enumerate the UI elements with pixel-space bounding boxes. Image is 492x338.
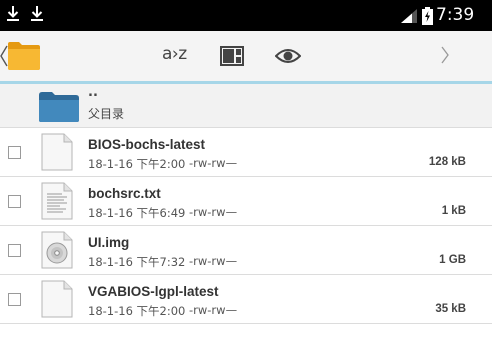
file-name: BIOS-bochs-latest [88,137,206,152]
download-icon [30,5,46,25]
file-permissions: -rw-rw— [189,156,238,170]
signal-icon [400,8,418,28]
file-permissions: -rw-rw— [189,303,238,317]
eye-icon[interactable] [274,47,302,69]
file-checkbox[interactable] [8,146,21,159]
file-size: 1 kB [441,205,466,217]
file-date: 18-1-16 下午7:32 [88,255,186,269]
download-icon [6,5,22,25]
file-row[interactable]: UI.img 18-1-16 下午7:32 -rw-rw— 1 GB [0,226,492,275]
file-checkbox[interactable] [8,293,21,306]
file-size: 1 GB [439,254,466,266]
file-checkbox[interactable] [8,244,21,257]
file-row[interactable]: VGABIOS-lgpl-latest 18-1-16 下午2:00 -rw-r… [0,275,492,324]
parent-label: 父目录 [88,107,125,121]
file-name: UI.img [88,235,130,250]
file-permissions: -rw-rw— [189,254,238,268]
file-size: 35 kB [435,303,466,315]
file-checkbox[interactable] [8,195,21,208]
file-date: 18-1-16 下午6:49 [88,206,186,220]
sort-button[interactable]: a›z [162,44,187,64]
file-date: 18-1-16 下午2:00 [88,157,186,171]
parent-folder-icon [38,89,80,127]
file-row[interactable]: bochsrc.txt 18-1-16 下午6:49 -rw-rw— 1 kB [0,177,492,226]
text-file-icon [40,182,74,224]
file-name: bochsrc.txt [88,186,161,201]
clock: 7:39 [436,5,475,25]
next-chevron-icon[interactable] [441,46,449,68]
status-bar: 7:39 [0,0,492,31]
parent-directory-row[interactable]: .. 父目录 [0,84,492,128]
action-bar: a›z [0,31,492,81]
file-size: 128 kB [428,156,466,168]
view-mode-icon[interactable] [220,46,244,70]
parent-dots: .. [88,85,98,100]
disk-image-icon [40,231,74,273]
file-date: 18-1-16 下午2:00 [88,304,186,318]
battery-charging-icon [422,7,433,29]
blank-file-icon [40,280,74,322]
blank-file-icon [40,133,74,175]
file-name: VGABIOS-lgpl-latest [88,284,219,299]
folder-icon[interactable] [7,39,41,75]
file-row[interactable]: BIOS-bochs-latest 18-1-16 下午2:00 -rw-rw—… [0,128,492,177]
file-permissions: -rw-rw— [189,205,238,219]
